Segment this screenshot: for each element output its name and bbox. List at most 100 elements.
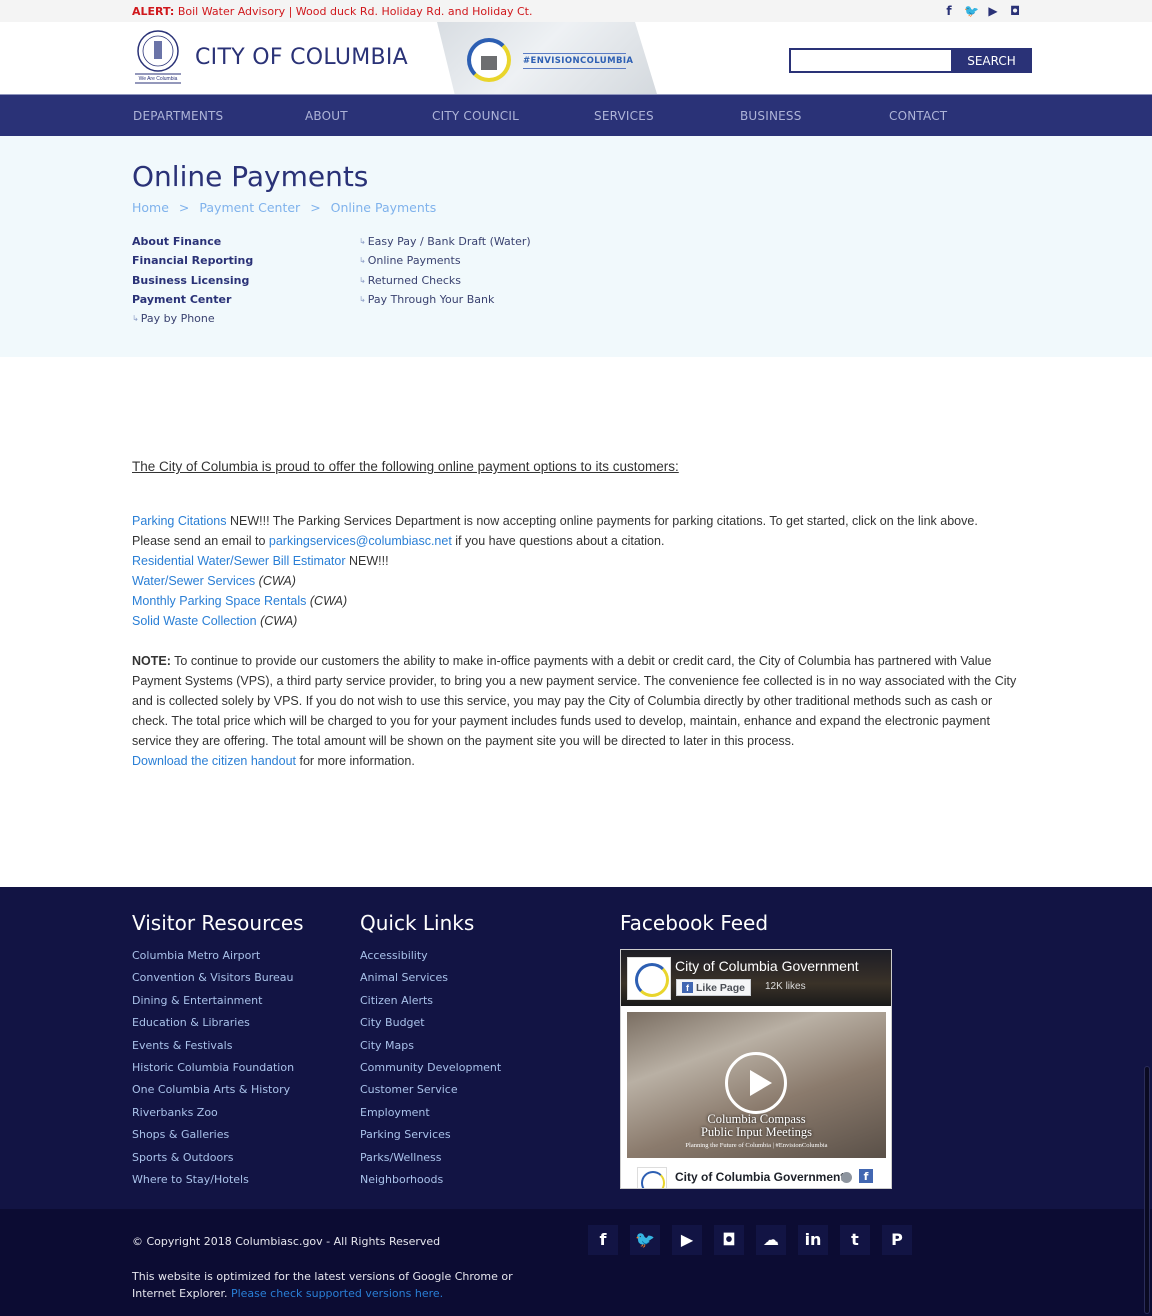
breadcrumb: Home > Payment Center > Online Payments	[132, 200, 436, 215]
instagram-icon[interactable]: ◘	[1008, 4, 1022, 18]
parking-email-link[interactable]: parkingservices@columbiasc.net	[269, 534, 452, 548]
post-author-avatar[interactable]	[637, 1167, 667, 1188]
facebook-cover: City of Columbia Government f Like Page …	[621, 950, 891, 1006]
intro-heading: The City of Columbia is proud to offer t…	[132, 459, 679, 474]
page-scrollbar[interactable]	[1144, 1066, 1150, 1314]
supported-versions-link[interactable]: Please check supported versions here.	[231, 1287, 443, 1300]
footer-link[interactable]: Dining & Entertainment	[132, 994, 294, 1016]
subnav-about-finance[interactable]: About Finance	[132, 232, 253, 251]
estimator-item: Residential Water/Sewer Bill Estimator N…	[132, 551, 1022, 571]
facebook-page-avatar[interactable]	[627, 957, 671, 1000]
facebook-icon[interactable]: f	[942, 4, 956, 18]
nav-contact[interactable]: CONTACT	[889, 109, 947, 123]
subnav-returned-checks[interactable]: ↳ Returned Checks	[359, 271, 531, 290]
nav-city-council[interactable]: CITY COUNCIL	[432, 109, 519, 123]
footer-link[interactable]: Customer Service	[360, 1083, 501, 1105]
facebook-feed-widget[interactable]: City of Columbia Government f Like Page …	[620, 949, 892, 1189]
footer-link[interactable]: Neighborhoods	[360, 1173, 501, 1195]
parking-rentals-item: Monthly Parking Space Rentals (CWA)	[132, 591, 1022, 611]
water-sewer-link[interactable]: Water/Sewer Services	[132, 574, 255, 588]
footer-link[interactable]: Education & Libraries	[132, 1016, 294, 1038]
instagram-icon[interactable]: ◘	[714, 1225, 744, 1255]
pinterest-icon[interactable]: P	[882, 1225, 912, 1255]
facebook-like-button[interactable]: f Like Page	[676, 979, 752, 996]
nav-departments[interactable]: DEPARTMENTS	[133, 109, 223, 123]
alert-message: Boil Water Advisory | Wood duck Rd. Holi…	[177, 5, 533, 18]
nav-about[interactable]: ABOUT	[305, 109, 348, 123]
handout-suffix: for more information.	[296, 754, 415, 768]
facebook-icon[interactable]: f	[588, 1225, 618, 1255]
footer-link[interactable]: Shops & Galleries	[132, 1128, 294, 1150]
subnav-financial-reporting[interactable]: Financial Reporting	[132, 251, 253, 270]
subnav-business-licensing[interactable]: Business Licensing	[132, 271, 253, 290]
quick-links-heading: Quick Links	[360, 911, 475, 935]
subnav-label: Pay by Phone	[140, 312, 215, 326]
footer-link[interactable]: City Maps	[360, 1039, 501, 1061]
city-seal-logo[interactable]: We Are Columbia	[133, 29, 183, 85]
page-header: Online Payments Home > Payment Center > …	[0, 136, 1152, 357]
subnav-easy-pay[interactable]: ↳ Easy Pay / Bank Draft (Water)	[359, 232, 531, 251]
footer-link[interactable]: Events & Festivals	[132, 1039, 294, 1061]
note-text: To continue to provide our customers the…	[132, 654, 1017, 748]
subnav-pay-by-phone[interactable]: ↳ Pay by Phone	[132, 309, 253, 328]
breadcrumb-payment-center[interactable]: Payment Center	[199, 200, 300, 215]
nav-business[interactable]: BUSINESS	[740, 109, 802, 123]
footer-link[interactable]: Parking Services	[360, 1128, 501, 1150]
footer-link[interactable]: One Columbia Arts & History	[132, 1083, 294, 1105]
footer-link[interactable]: Riverbanks Zoo	[132, 1106, 294, 1128]
twitter-icon[interactable]: 🐦	[964, 4, 979, 18]
alert-link[interactable]: ALERT: Boil Water Advisory | Wood duck R…	[132, 5, 532, 18]
child-arrow-icon: ↳	[359, 237, 366, 247]
twitter-icon[interactable]: 🐦	[630, 1225, 660, 1255]
site-title[interactable]: CITY OF COLUMBIA	[195, 45, 408, 70]
play-icon[interactable]	[725, 1052, 787, 1114]
estimator-badge: NEW!!!	[345, 554, 389, 568]
footer-link[interactable]: Accessibility	[360, 949, 501, 971]
post-author-name[interactable]: City of Columbia Government	[675, 1170, 844, 1184]
child-arrow-icon: ↳	[359, 275, 366, 285]
solid-waste-link[interactable]: Solid Waste Collection	[132, 614, 257, 628]
parking-citations-link[interactable]: Parking Citations	[132, 514, 227, 528]
email-prefix: Please send an email to	[132, 534, 269, 548]
subnav-pay-through-bank[interactable]: ↳ Pay Through Your Bank	[359, 290, 531, 309]
citizen-handout-link[interactable]: Download the citizen handout	[132, 754, 296, 768]
subnav-label: Online Payments	[367, 254, 461, 268]
footer-link[interactable]: Columbia Metro Airport	[132, 949, 294, 971]
search-button[interactable]: SEARCH	[951, 48, 1032, 73]
facebook-video[interactable]: Columbia Compass Public Input Meetings P…	[627, 1012, 886, 1158]
facebook-like-count: 12K likes	[765, 981, 806, 992]
footer-link[interactable]: Employment	[360, 1106, 501, 1128]
tumblr-icon[interactable]: t	[840, 1225, 870, 1255]
parking-rentals-link[interactable]: Monthly Parking Space Rentals	[132, 594, 306, 608]
site-footer: Visitor Resources Columbia Metro Airport…	[0, 887, 1152, 1209]
footer-link[interactable]: Historic Columbia Foundation	[132, 1061, 294, 1083]
envision-columbia-banner[interactable]: #ENVISIONCOLUMBIA	[437, 22, 657, 94]
facebook-page-name[interactable]: City of Columbia Government	[675, 958, 859, 974]
linkedin-icon[interactable]: in	[798, 1225, 828, 1255]
footer-link[interactable]: Parks/Wellness	[360, 1151, 501, 1173]
footer-bottom-bar: © Copyright 2018 Columbiasc.gov - All Ri…	[0, 1209, 1152, 1316]
nav-services[interactable]: SERVICES	[594, 109, 654, 123]
footer-link[interactable]: Convention & Visitors Bureau	[132, 971, 294, 993]
footer-link[interactable]: City Budget	[360, 1016, 501, 1038]
subnav-online-payments[interactable]: ↳ Online Payments	[359, 251, 531, 270]
breadcrumb-online-payments[interactable]: Online Payments	[331, 200, 437, 215]
facebook-icon[interactable]: f	[859, 1169, 873, 1183]
alert-label: ALERT:	[132, 5, 175, 18]
footer-link[interactable]: Where to Stay/Hotels	[132, 1173, 294, 1195]
copyright-text: © Copyright 2018 Columbiasc.gov - All Ri…	[132, 1235, 441, 1248]
child-arrow-icon: ↳	[359, 295, 366, 305]
search-input[interactable]	[789, 48, 951, 73]
footer-link[interactable]: Community Development	[360, 1061, 501, 1083]
soundcloud-icon[interactable]: ☁	[756, 1225, 786, 1255]
subnav-payment-center[interactable]: Payment Center	[132, 290, 253, 309]
youtube-icon[interactable]: ▶	[986, 4, 1000, 18]
site-header: We Are Columbia CITY OF COLUMBIA #ENVISI…	[0, 22, 1152, 94]
solid-waste-item: Solid Waste Collection (CWA)	[132, 611, 1022, 631]
footer-link[interactable]: Sports & Outdoors	[132, 1151, 294, 1173]
bill-estimator-link[interactable]: Residential Water/Sewer Bill Estimator	[132, 554, 346, 568]
footer-link[interactable]: Animal Services	[360, 971, 501, 993]
youtube-icon[interactable]: ▶	[672, 1225, 702, 1255]
footer-link[interactable]: Citizen Alerts	[360, 994, 501, 1016]
breadcrumb-home[interactable]: Home	[132, 200, 169, 215]
